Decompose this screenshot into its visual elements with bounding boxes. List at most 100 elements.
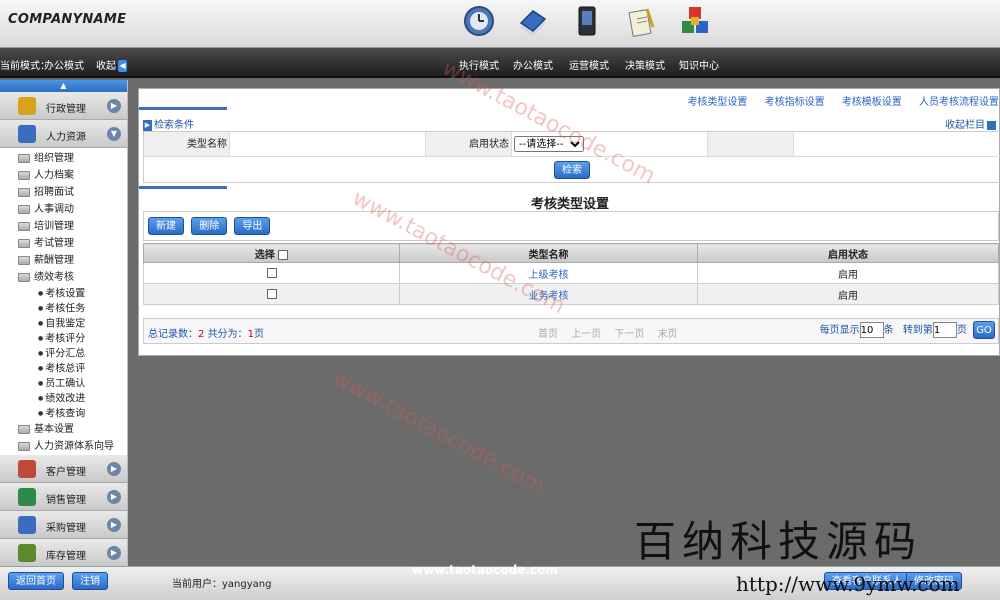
tree-item-wizard[interactable]: 人力资源体系向导 [0, 438, 127, 455]
section-divider [139, 107, 227, 110]
sidebar-group-label: 人力资源 [46, 132, 86, 143]
tree-subitem-improve[interactable]: 绩效改进 [0, 391, 127, 406]
delete-button[interactable]: 删除 [191, 217, 228, 235]
chevron-right-icon: ▶ [107, 490, 121, 504]
folder-icon [18, 441, 30, 451]
tree-item-salary[interactable]: 薪酬管理 [0, 252, 127, 269]
nav-label-operation[interactable]: 运营模式 [569, 57, 609, 72]
sales-icon [18, 488, 36, 506]
nav-decision-mode[interactable] [616, 4, 666, 38]
export-button[interactable]: 导出 [234, 217, 271, 235]
tree-item-label: 培训管理 [34, 221, 74, 232]
tree-subitem-summary[interactable]: 评分汇总 [0, 346, 127, 361]
first-page-link[interactable]: 首页 [538, 329, 558, 340]
collapse-panel-button[interactable]: 收起栏目 [945, 116, 996, 131]
tree-item-training[interactable]: 培训管理 [0, 218, 127, 235]
tree-item-performance[interactable]: 绩效考核 [0, 269, 127, 286]
sidebar-group-customer[interactable]: 客户管理 ▶ [0, 455, 127, 483]
type-name-input[interactable] [230, 132, 426, 156]
empty-label [708, 132, 794, 156]
chevron-right-icon: ▶ [107, 546, 121, 560]
chevron-right-icon: ▶ [143, 119, 152, 131]
pager-controls: 每页显示 条 转到第 页 GO [820, 321, 995, 339]
prev-page-link[interactable]: 上一页 [571, 329, 601, 340]
chevron-down-icon: ▼ [107, 127, 121, 141]
row-checkbox[interactable] [266, 288, 277, 299]
collapse-sidebar-button[interactable]: 收起 ◀ [96, 57, 127, 72]
sidebar-group-purchase[interactable]: 采购管理 ▶ [0, 511, 127, 539]
home-button[interactable]: 返回首页 [8, 572, 64, 590]
link-template-settings[interactable]: 考核模板设置 [842, 97, 902, 108]
chevron-right-icon: ▶ [107, 462, 121, 476]
go-button[interactable]: GO [973, 321, 995, 339]
link-index-settings[interactable]: 考核指标设置 [765, 97, 825, 108]
nav-label-office[interactable]: 办公模式 [513, 57, 553, 72]
row-select-cell [143, 283, 400, 305]
nav-office-mode[interactable] [508, 4, 558, 38]
tree-item-label: 招聘面试 [34, 187, 74, 198]
tree-subitem-overall[interactable]: 考核总评 [0, 361, 127, 376]
per-page-unit: 条 [883, 325, 894, 336]
sidebar-group-label: 行政管理 [46, 104, 86, 115]
total-count: 2 [198, 329, 205, 340]
goto-unit: 页 [956, 325, 967, 336]
brand-watermark: 百纳科技源码 [634, 517, 923, 566]
nav-knowledge-center[interactable] [670, 4, 720, 38]
row-checkbox[interactable] [266, 267, 277, 278]
tree-item-label: 绩效考核 [34, 272, 74, 283]
tree-item-exam[interactable]: 考试管理 [0, 235, 127, 252]
sidebar-group-hr[interactable]: 人力资源 ▼ [0, 120, 127, 148]
sidebar-group-admin[interactable]: 行政管理 ▶ [0, 92, 127, 120]
tree-item-files[interactable]: 人力档案 [0, 167, 127, 184]
sidebar-group-sales[interactable]: 销售管理 ▶ [0, 483, 127, 511]
tree-subitem-query[interactable]: 考核查询 [0, 406, 127, 421]
tree-item-label: 考试管理 [34, 238, 74, 249]
tree-subitem-self-review[interactable]: 自我鉴定 [0, 316, 127, 331]
top-links: 考核类型设置 考核指标设置 考核模板设置 人员考核流程设置 [673, 93, 999, 108]
next-page-link[interactable]: 下一页 [614, 329, 644, 340]
clock-icon [462, 4, 496, 38]
tree-subitem-confirm[interactable]: 员工确认 [0, 376, 127, 391]
tree-subitem-settings[interactable]: 考核设置 [0, 286, 127, 301]
folder-icon [18, 255, 30, 265]
scroll-up-button[interactable]: ▲ [0, 80, 127, 92]
tree-item-org[interactable]: 组织管理 [0, 150, 127, 167]
tree-item-label: 人力资源体系向导 [34, 441, 114, 452]
tree-item-recruit[interactable]: 招聘面试 [0, 184, 127, 201]
tree-item-basic[interactable]: 基本设置 [0, 421, 127, 438]
sidebar-group-inventory[interactable]: 库存管理 ▶ [0, 539, 127, 566]
link-type-settings[interactable]: 考核类型设置 [687, 97, 747, 108]
search-header: ▶ 检索条件 [143, 116, 194, 131]
document-pen-icon [624, 4, 658, 38]
tree-item-transfer[interactable]: 人事调动 [0, 201, 127, 218]
last-page-link[interactable]: 末页 [658, 329, 678, 340]
watermark: www.taotaocode.com [328, 365, 550, 500]
pager-summary: 总记录数：2 共分为：1页 [148, 325, 264, 340]
tree-subitem-tasks[interactable]: 考核任务 [0, 301, 127, 316]
pager-nav: 首页 上一页 下一页 末页 [538, 325, 688, 340]
select-all-checkbox[interactable] [278, 249, 289, 260]
logout-button[interactable]: 注销 [72, 572, 108, 590]
tree-item-label: 人力档案 [34, 170, 74, 181]
per-page-label: 每页显示 [819, 325, 860, 336]
search-button[interactable]: 检索 [554, 161, 590, 179]
new-button[interactable]: 新建 [148, 217, 184, 235]
type-name-cell: 上级考核 [399, 262, 698, 284]
sidebar-group-label: 采购管理 [46, 523, 86, 534]
nav-label-decision[interactable]: 决策模式 [625, 57, 665, 72]
folder-icon [18, 170, 30, 180]
sidebar-group-label: 销售管理 [46, 495, 86, 506]
tree-item-label: 组织管理 [34, 153, 74, 164]
nav-operation-mode[interactable] [562, 4, 612, 38]
tree-subitem-scoring[interactable]: 考核评分 [0, 331, 127, 346]
col-select: 选择 [143, 243, 400, 263]
goto-page-input[interactable] [932, 322, 957, 338]
nav-label-knowledge[interactable]: 知识中心 [679, 57, 719, 72]
per-page-input[interactable] [859, 322, 884, 338]
link-flow-settings[interactable]: 人员考核流程设置 [919, 97, 999, 108]
search-title: 检索条件 [154, 120, 194, 131]
folder-icon [18, 187, 30, 197]
nav-execute-mode[interactable] [454, 4, 504, 38]
brand-url: http://www.9ymw.com [736, 572, 960, 596]
pages-unit: 页 [253, 329, 264, 340]
